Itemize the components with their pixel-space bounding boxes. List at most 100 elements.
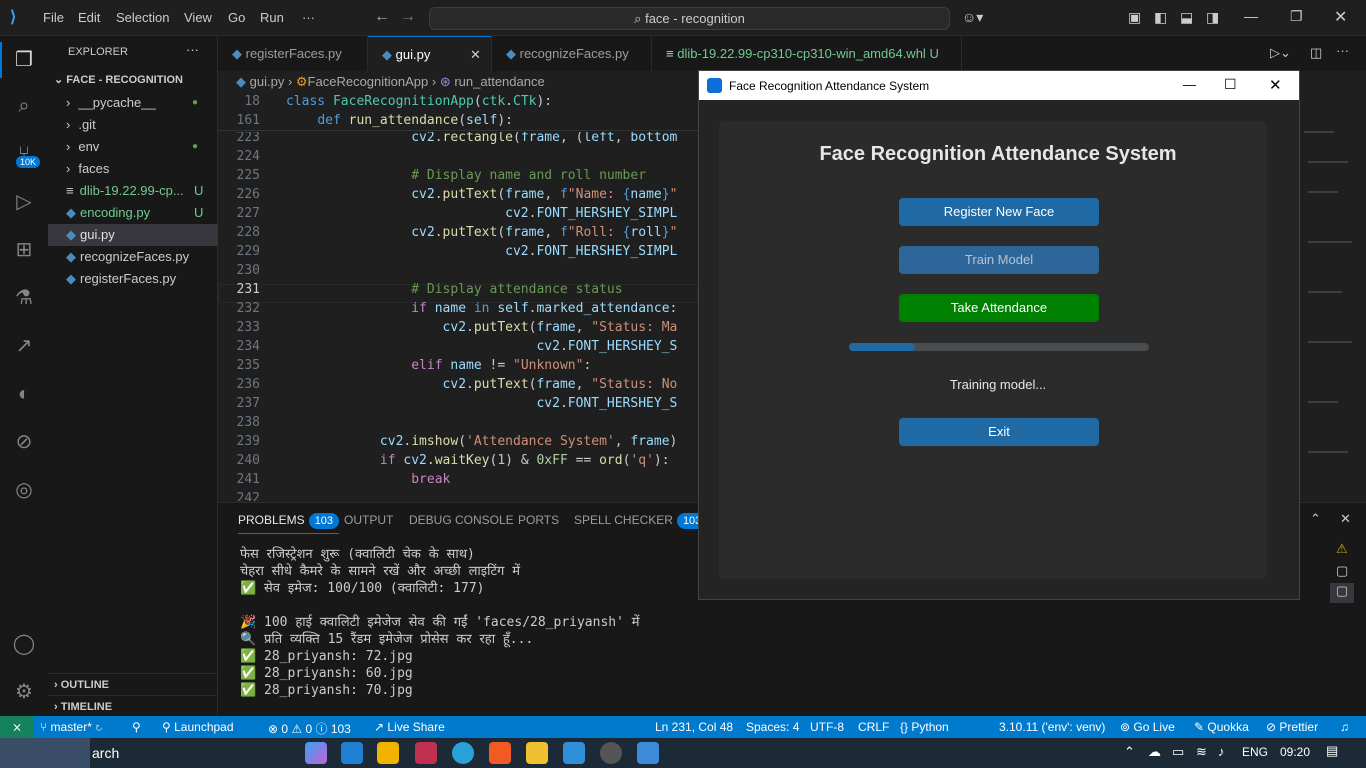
brave-browser-icon[interactable]: [489, 742, 511, 764]
notifications-bell-icon[interactable]: ♫: [1340, 720, 1349, 734]
train-model-button[interactable]: Train Model: [899, 246, 1099, 274]
close-icon[interactable]: ✕: [1334, 7, 1347, 27]
python-interpreter[interactable]: 3.10.11 ('env': venv): [999, 720, 1105, 734]
minimize-icon[interactable]: —: [1244, 8, 1258, 24]
python-app-icon[interactable]: [637, 742, 659, 764]
volume-icon[interactable]: ♪: [1218, 744, 1225, 759]
settings-gear-icon[interactable]: ⚙: [10, 678, 38, 706]
tab-recognizefaces[interactable]: ◆ recognizeFaces.py: [492, 36, 652, 71]
extension-view-icon[interactable]: ◎: [10, 476, 38, 504]
eol[interactable]: CRLF: [858, 720, 889, 734]
menu-go[interactable]: Go: [228, 10, 245, 25]
tab-registerfaces[interactable]: ◆ registerFaces.py: [218, 36, 368, 71]
tree-item-git[interactable]: › .git: [48, 114, 218, 136]
input-language[interactable]: ENG: [1242, 745, 1268, 759]
search-thumbnail[interactable]: [0, 738, 90, 768]
obs-app-icon[interactable]: [600, 742, 622, 764]
go-live-status[interactable]: ⊚ Go Live: [1120, 720, 1175, 734]
clock[interactable]: 09:20: [1280, 745, 1310, 759]
cursor-position[interactable]: Ln 231, Col 48: [655, 720, 733, 734]
tree-item-registerfaces[interactable]: ◆ registerFaces.py: [48, 268, 218, 290]
app-minimize-icon[interactable]: —: [1183, 77, 1196, 92]
remote-icon[interactable]: ◐: [10, 380, 38, 408]
onedrive-icon[interactable]: ☁: [1148, 744, 1161, 760]
close-panel-icon[interactable]: ✕: [1340, 511, 1351, 527]
testing-icon[interactable]: ⚗: [10, 284, 38, 312]
indentation[interactable]: Spaces: 4: [746, 720, 799, 734]
editor-more-icon[interactable]: ···: [1336, 43, 1349, 58]
tab-close-icon[interactable]: ✕: [470, 37, 481, 72]
command-center-search[interactable]: ⌕ face - recognition: [429, 7, 950, 30]
edge-browser-icon[interactable]: [452, 742, 474, 764]
live-share-status[interactable]: ↗ Live Share: [374, 720, 445, 734]
app-close-icon[interactable]: ✕: [1269, 76, 1282, 94]
tree-item-gui[interactable]: ◆ gui.py: [48, 224, 218, 246]
branch-status[interactable]: ⑂ master* ↻: [40, 720, 102, 734]
live-share-icon[interactable]: ↗: [10, 332, 38, 360]
app-maximize-icon[interactable]: ☐: [1224, 76, 1237, 93]
tab-gui[interactable]: ◆ gui.py ✕: [368, 36, 492, 71]
run-debug-icon[interactable]: ▷: [10, 188, 38, 216]
mail-app-icon[interactable]: [341, 742, 363, 764]
split-editor-icon[interactable]: ◫: [1310, 45, 1322, 61]
layout-icon[interactable]: ▣: [1128, 9, 1141, 26]
maximize-panel-icon[interactable]: ⌃: [1310, 511, 1321, 527]
vscode-taskbar-icon[interactable]: [563, 742, 585, 764]
copilot-icon[interactable]: ☺▾: [962, 9, 983, 26]
toggle-sidebar-icon[interactable]: ◧: [1154, 9, 1167, 26]
exit-button[interactable]: Exit: [899, 418, 1099, 446]
terminal-icon[interactable]: ▢: [1336, 563, 1348, 579]
notification-center-icon[interactable]: ▤: [1326, 743, 1338, 759]
tab-spell-checker[interactable]: SPELL CHECKER 103: [574, 513, 708, 529]
encoding[interactable]: UTF-8: [810, 720, 844, 734]
menu-selection[interactable]: Selection: [116, 10, 169, 25]
quokka-status[interactable]: ✎ Quokka: [1194, 720, 1249, 734]
language-mode[interactable]: {} Python: [900, 720, 949, 734]
git-graph-icon[interactable]: ⊘: [10, 428, 38, 456]
register-new-face-button[interactable]: Register New Face: [899, 198, 1099, 226]
timeline-section[interactable]: › TIMELINE: [48, 695, 218, 717]
menu-more[interactable]: ···: [302, 10, 315, 25]
menu-edit[interactable]: Edit: [78, 10, 100, 25]
restore-icon[interactable]: ❐: [1290, 8, 1303, 25]
outline-section[interactable]: › OUTLINE: [48, 673, 218, 695]
tree-item-recognizefaces[interactable]: ◆ recognizeFaces.py: [48, 246, 218, 268]
media-app-icon[interactable]: [415, 742, 437, 764]
tab-debug-console[interactable]: DEBUG CONSOLE: [409, 513, 514, 527]
forward-arrow-icon[interactable]: →: [400, 8, 416, 26]
more-actions-icon[interactable]: ···: [186, 42, 199, 57]
tree-item-env[interactable]: › env ●: [48, 136, 218, 158]
app-title-bar[interactable]: Face Recognition Attendance System — ☐ ✕: [699, 71, 1299, 100]
prettier-status[interactable]: ⊘ Prettier: [1266, 720, 1318, 734]
run-file-icon[interactable]: ▷⌄: [1270, 45, 1291, 61]
menu-run[interactable]: Run: [260, 10, 284, 25]
menu-file[interactable]: File: [43, 10, 64, 25]
search-view-icon[interactable]: ⌕: [10, 92, 38, 120]
tree-item-pycache[interactable]: › __pycache__ ●: [48, 92, 218, 114]
back-arrow-icon[interactable]: ←: [374, 8, 390, 26]
menu-view[interactable]: View: [184, 10, 212, 25]
tab-dlib-whl[interactable]: ≡ dlib-19.22.99-cp310-cp310-win_amd64.wh…: [652, 36, 962, 71]
tab-problems[interactable]: PROBLEMS 103: [238, 513, 340, 534]
terminal-active-icon[interactable]: ▢: [1330, 583, 1354, 603]
take-attendance-button[interactable]: Take Attendance: [899, 294, 1099, 322]
code-lines[interactable]: 223 cv2.rectangle(frame, (left, bottom 2…: [218, 132, 698, 501]
wifi-icon[interactable]: ≋: [1196, 744, 1207, 760]
warning-icon[interactable]: ⚠: [1336, 541, 1348, 557]
explorer-icon[interactable]: ❐: [10, 46, 38, 74]
battery-icon[interactable]: ▭: [1172, 744, 1184, 760]
tree-item-faces[interactable]: › faces: [48, 158, 218, 180]
tree-item-dlib[interactable]: ≡ dlib-19.22.99-cp... U: [48, 180, 218, 202]
minimap[interactable]: [1300, 101, 1356, 501]
copilot-app-icon[interactable]: [305, 742, 327, 764]
git-graph-status-icon[interactable]: ⚲: [132, 720, 141, 734]
tree-item-encoding[interactable]: ◆ encoding.py U: [48, 202, 218, 224]
account-icon[interactable]: ◯: [10, 630, 38, 658]
remote-indicator-icon[interactable]: ⨯: [0, 716, 34, 738]
problems-status[interactable]: ⊗ 0 ⚠ 0 ⓘ 103: [268, 720, 351, 737]
store-app-icon[interactable]: [377, 742, 399, 764]
extensions-icon[interactable]: ⊞: [10, 236, 38, 264]
toggle-panel-icon[interactable]: ⬓: [1180, 9, 1193, 26]
tray-chevron-icon[interactable]: ⌃: [1124, 744, 1135, 760]
file-explorer-icon[interactable]: [526, 742, 548, 764]
